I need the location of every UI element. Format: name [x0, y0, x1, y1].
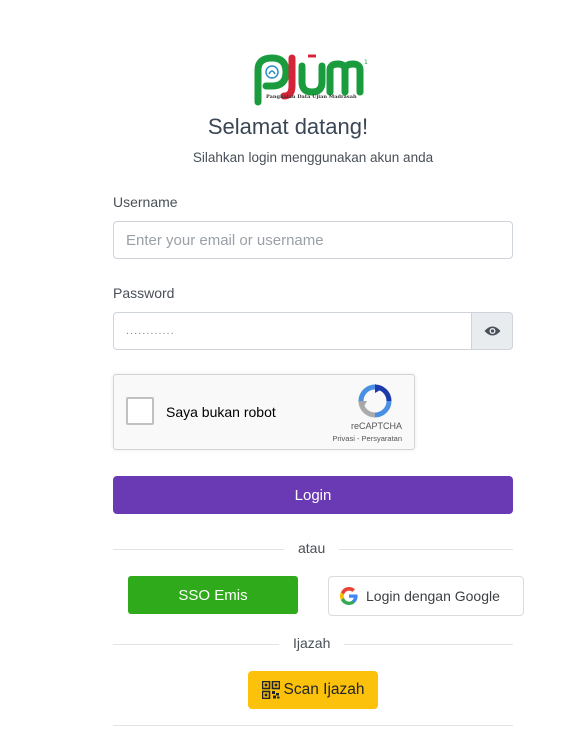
recaptcha-widget: Saya bukan robot reCAPTCHA Privasi - Per… — [113, 374, 415, 450]
scan-ijazah-button[interactable]: Scan Ijazah — [248, 671, 378, 709]
divider-bottom — [113, 725, 513, 726]
logo-caption: Pangkalan Data Ujian Madrasah — [266, 94, 357, 100]
scan-ijazah-label: Scan Ijazah — [283, 681, 365, 698]
recaptcha-brand: reCAPTCHA — [350, 421, 402, 431]
password-label: Password — [113, 285, 175, 301]
page-subtitle: Silahkan login menggunakan akun anda — [192, 150, 434, 165]
divider-or-label: atau — [284, 540, 340, 556]
sso-emis-button[interactable]: SSO Emis — [128, 576, 298, 614]
toggle-password-button[interactable] — [471, 312, 513, 350]
login-page: 1 Pangkalan Data Ujian Madrasah Selamat … — [0, 0, 576, 736]
page-title: Selamat datang! — [207, 114, 369, 139]
recaptcha-label: Saya bukan robot — [166, 404, 276, 420]
username-label: Username — [113, 194, 178, 210]
password-input[interactable] — [113, 312, 472, 350]
svg-text:1: 1 — [364, 59, 368, 66]
login-button[interactable]: Login — [113, 476, 513, 514]
username-input[interactable] — [113, 221, 513, 259]
google-login-label: Login dengan Google — [366, 588, 500, 604]
eye-icon — [484, 326, 500, 336]
recaptcha-icon — [358, 384, 392, 418]
google-login-button[interactable]: Login dengan Google — [328, 576, 524, 616]
google-g-icon — [340, 587, 358, 605]
qr-code-icon — [261, 681, 280, 699]
recaptcha-checkbox[interactable] — [126, 397, 154, 425]
recaptcha-links[interactable]: Privasi - Persyaratan — [332, 434, 402, 443]
divider-ijazah-label: Ijazah — [279, 635, 345, 651]
